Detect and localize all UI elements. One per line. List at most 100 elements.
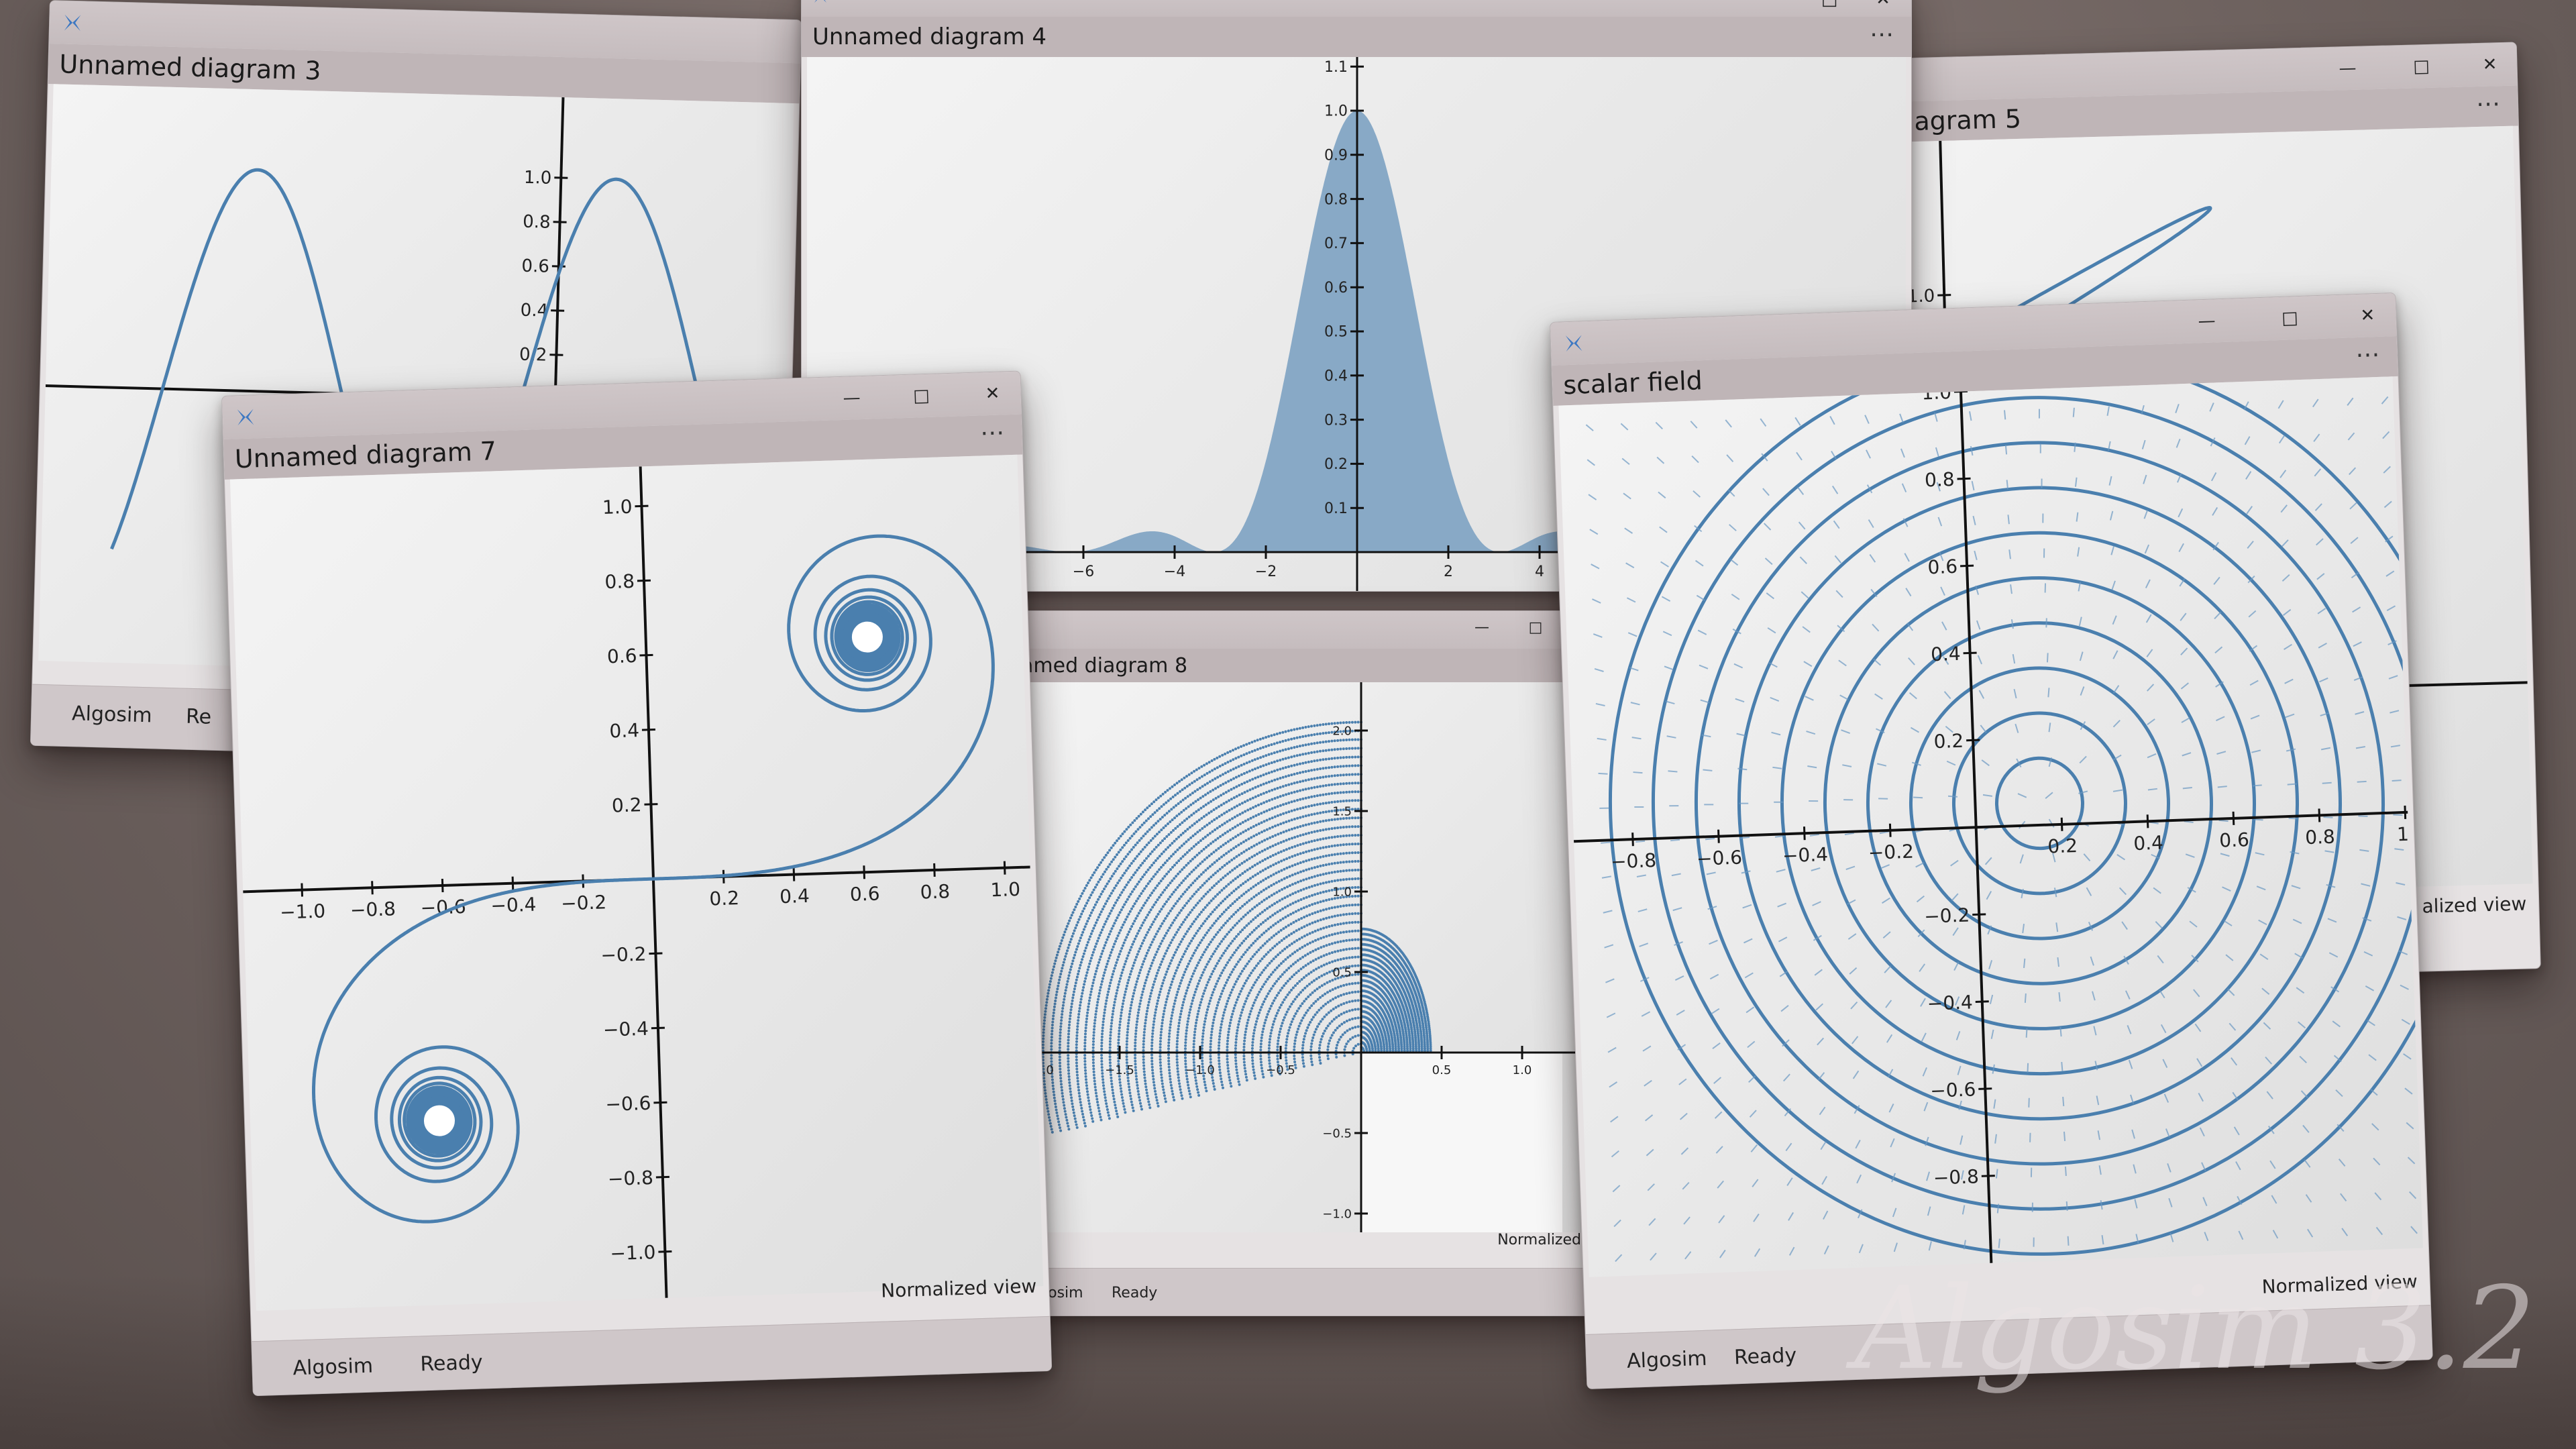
- scatter-point: [1291, 1000, 1295, 1004]
- scatter-point: [1130, 1004, 1133, 1007]
- scatter-point: [1193, 879, 1197, 882]
- scatter-point: [1350, 921, 1354, 924]
- scatter-point: [1310, 1018, 1313, 1021]
- scatter-point: [1291, 986, 1295, 989]
- scatter-point: [1246, 962, 1249, 965]
- titlebar[interactable]: — □ ✕: [1007, 611, 1597, 649]
- normalized-view-label[interactable]: alized view: [2422, 893, 2527, 918]
- scatter-point: [1214, 871, 1217, 875]
- scatter-point: [1244, 1000, 1247, 1003]
- more-options-icon[interactable]: ⋯: [1870, 21, 1895, 48]
- scatter-point: [1236, 1026, 1240, 1029]
- scatter-point: [1150, 850, 1154, 853]
- scatter-point: [1092, 1064, 1095, 1067]
- scatter-point: [1274, 834, 1277, 837]
- close-icon[interactable]: ✕: [2475, 52, 2505, 77]
- scatter-point: [1118, 980, 1121, 983]
- scatter-point: [1177, 835, 1181, 839]
- scatter-point: [1174, 851, 1177, 853]
- scatter-point: [1199, 885, 1202, 889]
- scatter-point: [1145, 843, 1148, 847]
- close-icon[interactable]: ✕: [1868, 0, 1898, 11]
- scatter-point: [1345, 904, 1348, 907]
- scatter-point: [1354, 1008, 1357, 1011]
- scatter-point: [1339, 791, 1342, 794]
- scatter-point: [1313, 857, 1316, 860]
- scatter-point: [1224, 935, 1227, 938]
- titlebar[interactable]: □ ✕: [802, 0, 1911, 17]
- scatter-point: [1095, 1010, 1098, 1013]
- scatter-point: [1159, 1070, 1163, 1073]
- scatter-point: [1263, 983, 1266, 986]
- scatter-point: [1116, 958, 1119, 961]
- scatter-point: [1191, 908, 1194, 912]
- scatter-point: [1062, 933, 1065, 936]
- scatter-point: [1048, 1119, 1051, 1122]
- scatter-point: [1104, 902, 1107, 906]
- scatter-point: [1282, 812, 1285, 815]
- maximize-icon[interactable]: □: [2406, 54, 2436, 79]
- scatter-point: [1157, 969, 1160, 972]
- scatter-point: [1155, 901, 1157, 904]
- scatter-point: [1150, 1044, 1154, 1047]
- scatter-point: [1197, 961, 1200, 965]
- more-options-icon[interactable]: ⋯: [2476, 90, 2502, 118]
- window-diagram-8[interactable]: — □ ✕ named diagram 8 −2.0−1.5−1.0−0.50.…: [1006, 610, 1598, 1316]
- scatter-point: [1178, 897, 1181, 900]
- scatter-point: [1309, 1020, 1312, 1024]
- scatter-point: [1311, 991, 1314, 994]
- scatter-point: [1087, 965, 1090, 969]
- scatter-point: [1235, 935, 1238, 938]
- scatter-point: [1146, 868, 1150, 871]
- scatter-point: [1322, 945, 1326, 948]
- scatter-point: [1296, 798, 1299, 802]
- maximize-icon[interactable]: □: [1521, 615, 1550, 639]
- scatter-point: [1046, 1110, 1050, 1113]
- scatter-point: [1322, 846, 1325, 849]
- scatter-point: [1199, 956, 1203, 959]
- scatter-point: [1158, 966, 1161, 969]
- plot-area[interactable]: −2.0−1.5−1.0−0.50.51.02.01.51.00.5−0.5−1…: [1012, 682, 1592, 1254]
- minimize-icon[interactable]: —: [2332, 56, 2363, 81]
- scatter-point: [1267, 927, 1271, 930]
- scatter-point: [1271, 826, 1274, 828]
- scatter-point: [1107, 897, 1110, 900]
- scatter-point: [1198, 776, 1201, 780]
- scatter-point: [1173, 918, 1176, 922]
- scatter-point: [1182, 920, 1185, 924]
- scatter-point: [1205, 931, 1209, 934]
- scatter-point: [1233, 900, 1236, 903]
- scatter-point: [1109, 1030, 1112, 1034]
- scatter-point: [1129, 893, 1132, 896]
- scatter-point: [1252, 1028, 1256, 1032]
- minimize-icon[interactable]: —: [1467, 615, 1497, 639]
- scatter-point: [1151, 1029, 1155, 1032]
- scatter-point: [1356, 851, 1360, 854]
- scatter-point: [1171, 818, 1174, 822]
- scatter-point: [1170, 855, 1173, 858]
- scatter-point: [1186, 828, 1189, 831]
- scatter-point: [1291, 883, 1294, 886]
- scatter-point: [1077, 1019, 1080, 1022]
- scatter-point: [1322, 828, 1325, 832]
- scatter-point: [1333, 792, 1336, 795]
- scatter-point: [1238, 1020, 1241, 1023]
- maximize-icon[interactable]: □: [1815, 0, 1844, 11]
- scatter-point: [1262, 879, 1265, 882]
- scatter-point: [1277, 1009, 1280, 1012]
- scatter-point: [1174, 951, 1177, 954]
- scatter-point: [1138, 971, 1141, 975]
- scatter-point: [1307, 877, 1311, 879]
- scatter-point: [1085, 1017, 1088, 1020]
- scatter-point: [1238, 906, 1242, 910]
- scatter-point: [1326, 991, 1329, 994]
- scatter-point: [1263, 820, 1266, 823]
- scatter-point: [1348, 1009, 1351, 1012]
- scatter-point: [1263, 839, 1267, 842]
- scatter-point: [1212, 788, 1215, 792]
- scatter-point: [1313, 812, 1316, 816]
- scatter-point: [1257, 949, 1260, 951]
- scatter-point: [1083, 949, 1087, 953]
- scatter-point: [1084, 1072, 1087, 1075]
- scatter-point: [1212, 1085, 1216, 1088]
